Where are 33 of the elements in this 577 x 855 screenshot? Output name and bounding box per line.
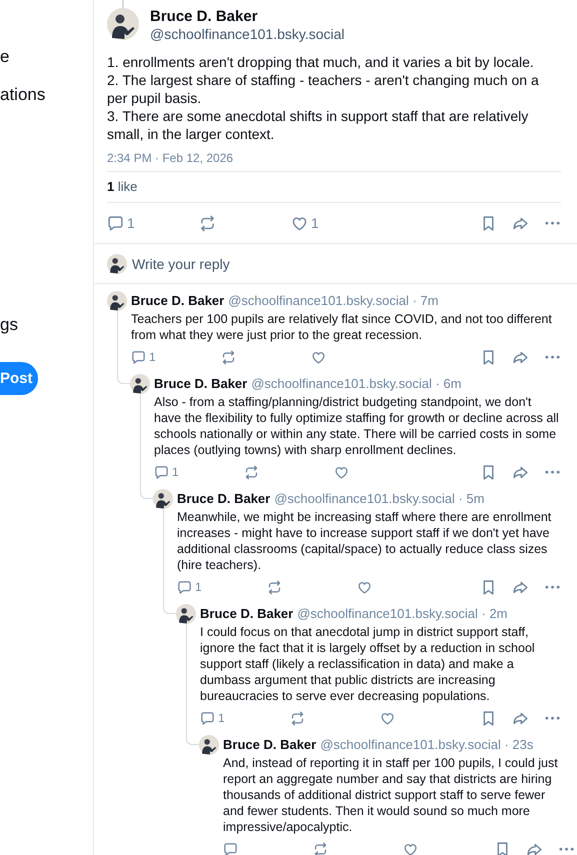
nav-link[interactable]: ations — [0, 83, 46, 107]
author-name[interactable]: Bruce D. Baker — [131, 291, 224, 311]
reply-text: Teachers per 100 pupils are relatively flat since COVID, and not too different from what they were just prior to the great recession. — [131, 311, 553, 343]
post-meta: @schoolfinance101.bsky.social · 6m — [251, 375, 462, 394]
reply-text: And, instead of reporting it in staff per 100 pupils, I could just report an aggregate number and say that districts are hiring thousands of additional district support staff to serve fewer and fewer students. Then it would sound so much more impressive/apocalyptic. — [223, 755, 559, 835]
post-text: 1. enrollments aren't dropping that much, and it varies a bit by locale. — [107, 53, 535, 71]
reply-field[interactable]: Write your reply — [132, 248, 561, 278]
reply-button[interactable]: 1 — [154, 463, 179, 481]
post-timestamp: 2:34 PM · Feb 12, 2026 — [107, 150, 234, 166]
author-name[interactable]: Bruce D. Baker — [200, 604, 294, 624]
author-name[interactable]: Bruce D. Baker — [223, 735, 316, 755]
post-text: 3. There are some anecdotal shifts in support staff that are relatively small, in the larger context. — [107, 107, 530, 143]
post-button[interactable]: Post — [0, 362, 38, 395]
author-name[interactable]: Bruce D. Baker — [150, 8, 258, 26]
reply-text: Meanwhile, we might be increasing staff where there are enrollment increases - might have to increase support staff if we don't yet have additional classrooms (capital/space) to actually reduce class sizes (hire teachers). — [177, 509, 552, 573]
like-button[interactable]: 1 — [291, 212, 319, 234]
reply-button[interactable]: 1 — [200, 709, 225, 727]
nav-link[interactable]: e — [0, 45, 10, 69]
post-meta: @schoolfinance101.bsky.social · 5m — [274, 490, 484, 508]
post-meta: @schoolfinance101.bsky.social · 23s — [320, 736, 534, 754]
likes-count[interactable]: 1 like — [107, 177, 138, 197]
reply-button[interactable]: 1 — [131, 348, 156, 366]
author-name[interactable]: Bruce D. Baker — [154, 374, 248, 394]
reply-button[interactable]: 1 — [177, 578, 202, 596]
reply-text: Also - from a staffing/planning/district budgeting standpoint, we don't have the flexibility to fully optimize staffing for growth or decline across all schools nationally or within any state. There will be carried costs in some places (outlying towns) with sharp enrollment declines. — [154, 394, 560, 458]
reply-text: I could focus on that anecdotal jump in district support staff, ignore the fact that it is largely offset by a reduction in school support staff (likely a reclassification in data) and make a dumbass argument that public districts are increasing bureaucracies to serve ever decreasing populations. — [200, 624, 536, 704]
reply-button[interactable]: 1 — [107, 212, 135, 234]
post-meta: @schoolfinance101.bsky.social · 7m — [228, 292, 438, 310]
post-meta: @schoolfinance101.bsky.social · 2m — [297, 605, 508, 624]
nav-link[interactable]: gs — [0, 313, 18, 337]
author-handle[interactable]: @schoolfinance101.bsky.social — [150, 26, 345, 43]
post-text: 2. The largest share of staffing - teachers - aren't changing much on a per pupil basis. — [107, 71, 540, 107]
author-name[interactable]: Bruce D. Baker — [177, 489, 270, 509]
